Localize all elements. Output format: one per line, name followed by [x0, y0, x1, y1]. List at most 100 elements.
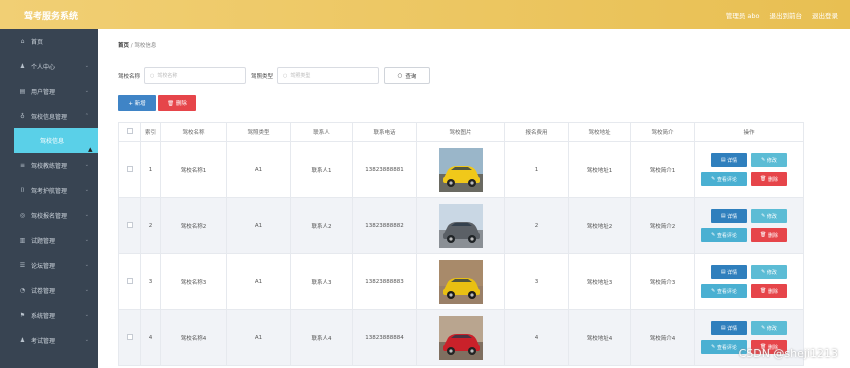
table-row: 1 驾校名称1 A1 联系人1 13823888881 1 驾校地址1 驾校简介… [118, 141, 804, 198]
cell-license-type: A1 [226, 197, 291, 254]
row-checkbox[interactable] [118, 309, 141, 366]
exam-manage-icon: ♟ [19, 337, 26, 344]
school-photo [416, 197, 505, 254]
sidebar-item-3[interactable]: ♁ 驾校信息管理 ⌃ [0, 104, 98, 129]
breadcrumb: 首页 / 驾校信息 [118, 43, 157, 49]
search-icon: ○ [150, 72, 155, 79]
query-button[interactable]: ○ 查询 [384, 67, 431, 84]
cell-contact: 联系人3 [290, 253, 353, 310]
edit-button[interactable]: ✎ 修改 [751, 321, 787, 335]
table-header-row: 索引 驾校名称 驾照类型 联系人 联系电话 驾校图片 报名费用 驾校地址 驾校简… [118, 122, 804, 142]
view-comments-button[interactable]: ✎ 查看评论 [701, 284, 747, 298]
chevron-down-icon: ⌄ [84, 237, 89, 243]
front-site-link[interactable]: 退出到前台 [770, 10, 803, 20]
sidebar-item-1[interactable]: ♟ 个人中心 ⌄ [0, 54, 98, 79]
exam-icon: ▥ [19, 237, 26, 244]
sidebar-subitem-active[interactable]: 驾校信息 [14, 128, 98, 153]
cell-license-type: A1 [226, 253, 291, 310]
cell-fee: 2 [504, 197, 569, 254]
home-icon: ⌂ [20, 38, 25, 45]
cell-name: 驾校名称1 [160, 141, 227, 198]
sidebar-item-label: 系统管理 [31, 313, 56, 320]
cell-intro: 驾校简介4 [630, 309, 695, 366]
sidebar-item-8[interactable]: ☰ 论坛管理 ⌄ [0, 253, 98, 278]
cell-intro: 驾校简介3 [630, 253, 695, 310]
view-comments-button[interactable]: ✎ 查看评论 [701, 172, 747, 186]
sidebar-item-6[interactable]: ◎ 驾校报名管理 ⌄ [0, 203, 98, 228]
chevron-down-icon: ⌄ [84, 88, 89, 94]
report-icon: ◎ [19, 212, 26, 219]
sidebar-item-2[interactable]: ▤ 用户管理 ⌄ [0, 79, 98, 104]
sidebar-item-9[interactable]: ◔ 试卷管理 ⌄ [0, 278, 98, 303]
delete-row-button[interactable]: 🗑 删除 [751, 228, 787, 242]
sidebar-item-label: 驾考护航管理 [31, 188, 68, 195]
row-operations: ▤ 详情 ✎ 修改 ✎ 查看评论 🗑 删除 [694, 253, 804, 310]
cell-index: 1 [140, 141, 161, 198]
forum-icon: ☰ [19, 262, 26, 269]
select-all-checkbox[interactable] [118, 122, 141, 142]
row-operations: ▤ 详情 ✎ 修改 ✎ 查看评论 🗑 删除 [694, 141, 804, 198]
school-photo [416, 309, 505, 366]
row-checkbox[interactable] [118, 197, 141, 254]
cell-license-type: A1 [226, 309, 291, 366]
sidebar-item-label: 驾校教练管理 [31, 163, 68, 170]
search-icon: ○ [283, 72, 288, 79]
cell-phone: 13823888881 [352, 141, 417, 198]
sidebar-item-label: 驾校报名管理 [31, 213, 68, 220]
detail-button[interactable]: ▤ 详情 [711, 209, 747, 223]
search-bar: 驾校名称 ○ 驾校名称 驾照类型 ○ 驾照类型 ○ 查询 [118, 67, 431, 84]
edit-button[interactable]: ✎ 修改 [751, 209, 787, 223]
cell-contact: 联系人2 [290, 197, 353, 254]
delete-row-button[interactable]: 🗑 删除 [751, 172, 787, 186]
sidebar-item-label: 个人中心 [31, 64, 56, 71]
sidebar-item-4[interactable]: ≡ 驾校教练管理 ⌄ [0, 153, 98, 178]
school-icon: ♁ [20, 113, 25, 120]
breadcrumb-home[interactable]: 首页 [118, 43, 129, 49]
chevron-down-icon: ⌄ [84, 312, 89, 318]
table-row: 3 驾校名称3 A1 联系人3 13823888883 3 驾校地址3 驾校简介… [118, 253, 804, 310]
main-content: 首页 / 驾校信息 驾校名称 ○ 驾校名称 驾照类型 ○ 驾照类型 ○ 查询 +… [98, 29, 850, 368]
detail-button[interactable]: ▤ 详情 [711, 321, 747, 335]
cell-address: 驾校地址2 [568, 197, 631, 254]
chevron-down-icon: ⌄ [84, 212, 89, 218]
cell-phone: 13823888883 [352, 253, 417, 310]
mouse-cursor-icon: ▴ [88, 145, 93, 155]
school-name-input[interactable]: ○ 驾校名称 [144, 67, 247, 84]
school-photo [416, 141, 505, 198]
cell-name: 驾校名称3 [160, 253, 227, 310]
logout-link[interactable]: 退出登录 [812, 10, 838, 20]
sidebar-item-7[interactable]: ▥ 试题管理 ⌄ [0, 228, 98, 253]
chevron-down-icon: ⌄ [84, 162, 89, 168]
delete-row-button[interactable]: 🗑 删除 [751, 284, 787, 298]
cell-license-type: A1 [226, 141, 291, 198]
sidebar-item-11[interactable]: ♟ 考试管理 ⌄ [0, 328, 98, 353]
row-checkbox[interactable] [118, 141, 141, 198]
sidebar-item-0[interactable]: ⌂ 首页 [0, 29, 98, 54]
school-name-label: 驾校名称 [118, 73, 141, 80]
cell-fee: 4 [504, 309, 569, 366]
sidebar-item-10[interactable]: ⚑ 系统管理 ⌄ [0, 303, 98, 328]
admin-user-link[interactable]: 管理员 abo [726, 10, 760, 20]
add-button[interactable]: + 新增 [118, 95, 156, 111]
chevron-down-icon: ⌄ [84, 187, 89, 193]
edit-button[interactable]: ✎ 修改 [751, 265, 787, 279]
chevron-up-icon: ⌃ [84, 113, 89, 119]
edit-button[interactable]: ✎ 修改 [751, 153, 787, 167]
sidebar-item-label: 试卷管理 [31, 288, 56, 295]
cell-intro: 驾校简介1 [630, 141, 695, 198]
cell-name: 驾校名称4 [160, 309, 227, 366]
view-comments-button[interactable]: ✎ 查看评论 [701, 228, 747, 242]
system-icon: ⚑ [19, 312, 26, 319]
table-row: 4 驾校名称4 A1 联系人4 13823888884 4 驾校地址4 驾校简介… [118, 309, 804, 366]
row-checkbox[interactable] [118, 253, 141, 310]
detail-button[interactable]: ▤ 详情 [711, 153, 747, 167]
cell-name: 驾校名称2 [160, 197, 227, 254]
bulk-delete-button[interactable]: 🗑 删除 [158, 95, 196, 111]
breadcrumb-current: 驾校信息 [134, 43, 157, 49]
row-operations: ▤ 详情 ✎ 修改 ✎ 查看评论 🗑 删除 [694, 197, 804, 254]
sidebar-item-5[interactable]: ⌷ 驾考护航管理 ⌄ [0, 178, 98, 203]
detail-button[interactable]: ▤ 详情 [711, 265, 747, 279]
app-title: 驾考服务系统 [24, 12, 79, 22]
header-links: 管理员 abo 退出到前台 退出登录 [726, 10, 838, 20]
license-type-input[interactable]: ○ 驾照类型 [277, 67, 380, 84]
